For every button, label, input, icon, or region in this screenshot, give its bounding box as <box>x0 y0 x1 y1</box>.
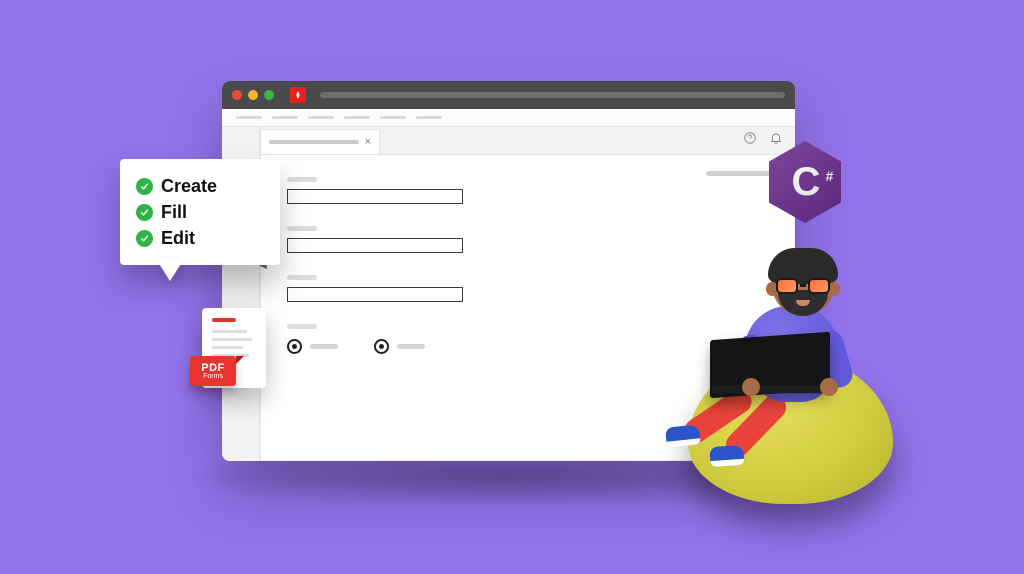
text-input[interactable] <box>287 287 463 302</box>
feature-label: Create <box>161 173 217 199</box>
menu-item[interactable] <box>380 116 406 119</box>
radio-group-label <box>287 324 317 329</box>
app-menubar <box>222 109 795 127</box>
text-input[interactable] <box>287 238 463 253</box>
acrobat-logo-icon <box>290 87 306 103</box>
help-icon[interactable] <box>743 131 757 150</box>
feature-item-create: Create <box>136 173 264 199</box>
character-illustration <box>648 248 908 508</box>
pdf-forms-flag: PDF Forms <box>190 356 236 386</box>
glasses-icon <box>776 278 830 296</box>
csharp-hash: # <box>826 168 832 184</box>
feature-item-edit: Edit <box>136 225 264 251</box>
check-icon <box>136 178 153 195</box>
window-title-placeholder <box>320 92 785 98</box>
text-input[interactable] <box>287 189 463 204</box>
page-action-placeholder <box>706 171 770 176</box>
pdf-flag-subtitle: Forms <box>203 373 223 380</box>
document-tabbar: × <box>260 127 795 155</box>
check-icon <box>136 230 153 247</box>
form-field-1 <box>287 177 768 206</box>
window-close-button[interactable] <box>232 90 242 100</box>
character-hand <box>742 378 760 396</box>
feature-item-fill: Fill <box>136 199 264 225</box>
feature-label: Fill <box>161 199 187 225</box>
menu-item[interactable] <box>344 116 370 119</box>
character-hand <box>820 378 838 396</box>
character-shoe <box>709 445 744 467</box>
radio-option-label <box>310 344 338 349</box>
pdf-forms-preview: PDF Forms <box>202 308 276 400</box>
radio-option-label <box>397 344 425 349</box>
csharp-badge: C # <box>769 141 841 223</box>
tab-close-icon[interactable]: × <box>365 137 371 148</box>
character-shoe <box>665 424 701 447</box>
window-zoom-button[interactable] <box>264 90 274 100</box>
window-titlebar <box>222 81 795 109</box>
document-tab-title <box>269 140 359 144</box>
feature-label: Edit <box>161 225 195 251</box>
callout-pointer <box>156 259 184 281</box>
laptop-base <box>711 385 829 393</box>
feature-callout: Create Fill Edit <box>120 159 280 284</box>
menu-item[interactable] <box>272 116 298 119</box>
radio-option[interactable] <box>374 339 389 354</box>
csharp-letter: C # <box>792 160 819 205</box>
field-label <box>287 275 317 280</box>
window-minimize-button[interactable] <box>248 90 258 100</box>
field-label <box>287 177 317 182</box>
check-icon <box>136 204 153 221</box>
field-label <box>287 226 317 231</box>
menu-item[interactable] <box>416 116 442 119</box>
document-tab[interactable]: × <box>260 129 380 154</box>
menu-item[interactable] <box>236 116 262 119</box>
menu-item[interactable] <box>308 116 334 119</box>
radio-option[interactable] <box>287 339 302 354</box>
